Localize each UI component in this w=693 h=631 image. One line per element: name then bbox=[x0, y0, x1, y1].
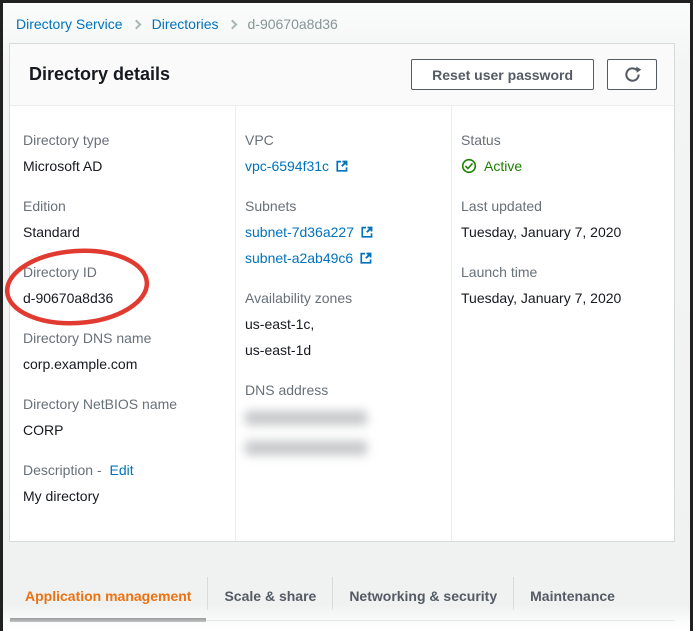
check-circle-icon bbox=[461, 158, 477, 174]
edit-description-link[interactable]: Edit bbox=[109, 457, 133, 483]
field-value: Microsoft AD bbox=[23, 153, 225, 179]
breadcrumb-current-directory-id: d-90670a8d36 bbox=[248, 16, 338, 32]
tab-application-management[interactable]: Application management bbox=[9, 572, 207, 620]
field-directory-type: Directory type Microsoft AD bbox=[23, 127, 225, 179]
subnet-link-1[interactable]: subnet-7d36a227 bbox=[245, 219, 374, 245]
external-link-icon bbox=[360, 225, 374, 239]
description-label-text: Description - bbox=[23, 462, 102, 478]
availability-zone-2: us-east-1d bbox=[245, 337, 441, 363]
field-label: DNS address bbox=[245, 377, 441, 403]
console-screenshot: Directory Service Directories d-90670a8d… bbox=[0, 0, 693, 631]
page-title: Directory details bbox=[29, 64, 170, 85]
field-value: Tuesday, January 7, 2020 bbox=[461, 219, 664, 245]
field-label: VPC bbox=[245, 127, 441, 153]
details-column-1: Directory type Microsoft AD Edition Stan… bbox=[10, 106, 235, 541]
field-value: corp.example.com bbox=[23, 351, 225, 377]
chevron-right-icon bbox=[131, 19, 141, 29]
field-label: Directory ID bbox=[23, 259, 225, 285]
subnet-link-text: subnet-a2ab49c6 bbox=[245, 245, 353, 271]
field-label: Edition bbox=[23, 193, 225, 219]
refresh-icon bbox=[623, 65, 642, 84]
details-column-3: Status Active Last updated Tuesday, Janu… bbox=[451, 106, 674, 541]
field-directory-netbios-name: Directory NetBIOS name CORP bbox=[23, 391, 225, 443]
field-status: Status Active bbox=[461, 127, 664, 179]
field-dns-address: DNS address bbox=[245, 377, 441, 455]
breadcrumb: Directory Service Directories d-90670a8d… bbox=[3, 3, 690, 43]
field-label: Directory type bbox=[23, 127, 225, 153]
field-label: Status bbox=[461, 127, 664, 153]
field-value: My directory bbox=[23, 483, 225, 509]
breadcrumb-link-directories[interactable]: Directories bbox=[152, 16, 219, 32]
external-link-icon bbox=[359, 251, 373, 265]
field-edition: Edition Standard bbox=[23, 193, 225, 245]
field-value: Tuesday, January 7, 2020 bbox=[461, 285, 664, 311]
panel-body: Directory type Microsoft AD Edition Stan… bbox=[10, 106, 674, 541]
tab-maintenance[interactable]: Maintenance bbox=[514, 572, 631, 620]
field-vpc: VPC vpc-6594f31c bbox=[245, 127, 441, 179]
directory-details-panel: Directory details Reset user password Di… bbox=[9, 43, 675, 542]
field-label: Description - Edit bbox=[23, 457, 225, 483]
field-label: Last updated bbox=[461, 193, 664, 219]
vpc-link[interactable]: vpc-6594f31c bbox=[245, 153, 349, 179]
field-label: Launch time bbox=[461, 259, 664, 285]
field-value: Standard bbox=[23, 219, 225, 245]
external-link-icon bbox=[335, 159, 349, 173]
field-availability-zones: Availability zones us-east-1c, us-east-1… bbox=[245, 285, 441, 363]
details-column-2: VPC vpc-6594f31c Subnets bbox=[235, 106, 451, 541]
chevron-right-icon bbox=[227, 19, 237, 29]
field-label: Subnets bbox=[245, 193, 441, 219]
tab-scale-and-share[interactable]: Scale & share bbox=[208, 572, 332, 620]
field-directory-id: Directory ID d-90670a8d36 bbox=[23, 259, 225, 311]
directory-id-value: d-90670a8d36 bbox=[23, 285, 225, 311]
refresh-button[interactable] bbox=[607, 59, 657, 90]
field-directory-dns-name: Directory DNS name corp.example.com bbox=[23, 325, 225, 377]
availability-zone-1: us-east-1c, bbox=[245, 311, 441, 337]
field-label: Availability zones bbox=[245, 285, 441, 311]
tab-networking-and-security[interactable]: Networking & security bbox=[333, 572, 513, 620]
reset-user-password-button[interactable]: Reset user password bbox=[411, 59, 594, 90]
field-description: Description - Edit My directory bbox=[23, 457, 225, 509]
breadcrumb-link-directory-service[interactable]: Directory Service bbox=[16, 16, 123, 32]
field-value: CORP bbox=[23, 417, 225, 443]
field-label: Directory DNS name bbox=[23, 325, 225, 351]
panel-header: Directory details Reset user password bbox=[10, 44, 674, 106]
subnet-link-text: subnet-7d36a227 bbox=[245, 219, 354, 245]
field-launch-time: Launch time Tuesday, January 7, 2020 bbox=[461, 259, 664, 311]
status-text: Active bbox=[484, 153, 522, 179]
panel-actions: Reset user password bbox=[411, 59, 657, 90]
field-label: Directory NetBIOS name bbox=[23, 391, 225, 417]
field-last-updated: Last updated Tuesday, January 7, 2020 bbox=[461, 193, 664, 245]
vpc-link-text: vpc-6594f31c bbox=[245, 153, 329, 179]
status-value: Active bbox=[461, 153, 664, 179]
tab-bar: Application management Scale & share Net… bbox=[9, 572, 675, 621]
subnet-link-2[interactable]: subnet-a2ab49c6 bbox=[245, 245, 373, 271]
field-subnets: Subnets subnet-7d36a227 subnet-a2ab4 bbox=[245, 193, 441, 271]
dns-address-redacted-value bbox=[245, 411, 367, 455]
